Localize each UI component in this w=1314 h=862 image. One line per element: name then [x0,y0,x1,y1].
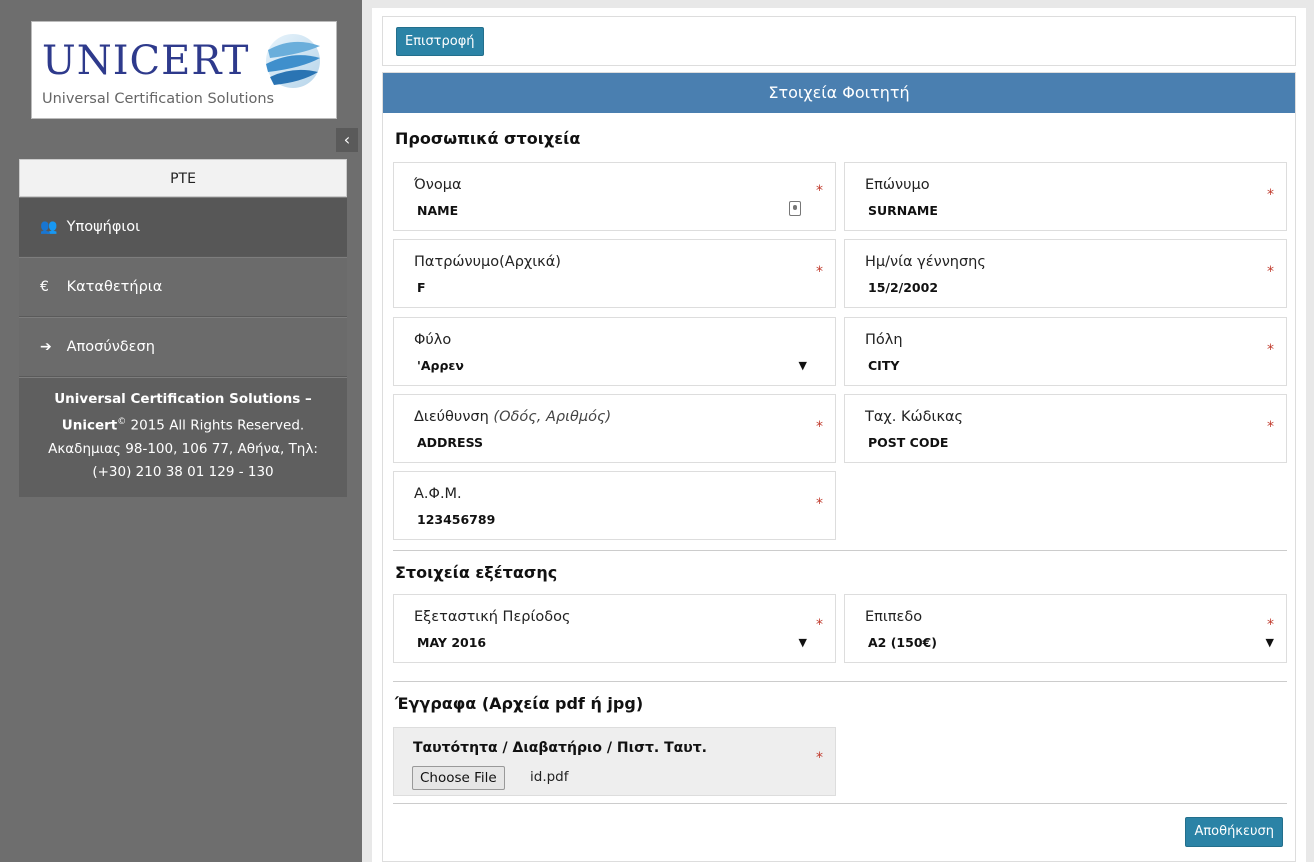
sidebar-footer: Universal Certification Solutions – Unic… [19,377,347,497]
dropdown-caret-icon[interactable]: ▼ [799,636,807,649]
back-button[interactable]: Επιστροφή [396,27,484,56]
first-name-field[interactable]: Όνομα NAME * [393,162,836,231]
save-button[interactable]: Αποθήκευση [1185,817,1283,847]
required-asterisk: * [816,264,823,280]
required-asterisk: * [816,617,823,633]
post-code-label: Ταχ. Κώδικας [865,409,964,425]
users-icon: 👥 [40,219,58,235]
address-hint: (Οδός, Αριθμός) [493,409,612,425]
address-label: Διεύθυνση (Οδός, Αριθμός) [414,409,611,425]
exam-period-selected-value[interactable]: MAY 2016 [417,635,486,650]
section-divider [393,681,1287,682]
sidebar-item-label: Υποψήφιοι [66,219,141,235]
required-asterisk: * [1267,264,1274,280]
city-field[interactable]: Πόλη CITY * [844,317,1287,386]
sidebar-item-logout[interactable]: ➔ Αποσύνδεση [19,317,347,377]
fathers-initials-input[interactable]: F [417,280,426,295]
surname-label: Επώνυμο [865,177,930,193]
sidebar-menu: PTE 👥 Υποψήφιοι € Καταθετήρια ➔ Αποσύνδε… [19,159,347,497]
sidebar-item-candidates[interactable]: 👥 Υποψήφιοι [19,197,347,257]
address-input[interactable]: ADDRESS [417,435,483,450]
chevron-left-icon: ‹ [343,130,351,149]
birth-date-label: Ημ/νία γέννησης [865,254,986,270]
required-asterisk: * [816,496,823,512]
address-field[interactable]: Διεύθυνση (Οδός, Αριθμός) ADDRESS * [393,394,836,463]
required-asterisk: * [1267,187,1274,203]
tax-id-input[interactable]: 123456789 [417,512,495,527]
gender-select[interactable]: Φύλο 'Αρρεν ▼ [393,317,836,386]
footer-address: Ακαδημιας 98-100, 106 77, Αθήνα, Τηλ: [48,440,318,457]
panel-title: Στοιχεία Φοιτητή [383,73,1295,113]
gender-selected-value[interactable]: 'Αρρεν [417,358,464,373]
exam-section-title: Στοιχεία εξέτασης [395,563,558,582]
id-document-label: Ταυτότητα / Διαβατήριο / Πιστ. Ταυτ. [413,740,707,756]
tax-id-field[interactable]: Α.Φ.Μ. 123456789 * [393,471,836,540]
birth-date-input[interactable]: 15/2/2002 [868,280,938,295]
sidebar-item-deposits[interactable]: € Καταθετήρια [19,257,347,317]
required-asterisk: * [1267,419,1274,435]
required-asterisk: * [1267,617,1274,633]
required-asterisk: * [816,183,823,199]
footer-rights: 2015 All Rights Reserved. [126,417,305,434]
level-select[interactable]: Επιπεδο A2 (150€) * ▼ [844,594,1287,663]
surname-input[interactable]: SURNAME [868,203,938,218]
post-code-field[interactable]: Ταχ. Κώδικας POST CODE * [844,394,1287,463]
footer-brand: Unicert [61,417,118,434]
collapse-sidebar-button[interactable]: ‹ [336,128,358,152]
student-details-panel: Στοιχεία Φοιτητή Προσωπικά στοιχεία Όνομ… [382,72,1296,862]
dropdown-caret-icon[interactable]: ▼ [1266,636,1274,649]
sidebar: UNICERT Universal Certification Solution… [0,0,362,862]
logout-icon: ➔ [40,339,52,355]
surname-field[interactable]: Επώνυμο SURNAME * [844,162,1287,231]
required-asterisk: * [1267,342,1274,358]
sidebar-item-label: Καταθετήρια [66,279,163,295]
dropdown-caret-icon[interactable]: ▼ [799,359,807,372]
required-asterisk: * [816,419,823,435]
required-asterisk: * [816,750,823,766]
choose-file-button[interactable]: Choose File [412,766,505,790]
city-input[interactable]: CITY [868,358,899,373]
tax-id-label: Α.Φ.Μ. [414,486,462,502]
address-label-text: Διεύθυνση [414,409,489,425]
level-selected-value[interactable]: A2 (150€) [868,635,937,650]
logo-wordmark: UNICERT [42,38,250,84]
city-label: Πόλη [865,332,903,348]
footer-company: Universal Certification Solutions – [54,391,312,407]
section-divider [393,803,1287,804]
contact-card-icon[interactable] [789,201,801,216]
toolbar: Επιστροφή [382,16,1296,66]
documents-section-title: Έγγραφα (Αρχεία pdf ή jpg) [395,694,644,713]
euro-icon: € [40,279,49,295]
logo-subtitle: Universal Certification Solutions [42,91,275,107]
globe-logo-icon [266,34,320,88]
main-content: Επιστροφή Στοιχεία Φοιτητή Προσωπικά στο… [372,8,1306,862]
section-divider [393,550,1287,551]
gender-label: Φύλο [414,332,452,348]
sidebar-item-label: Αποσύνδεση [66,339,155,355]
copyright-mark: © [117,417,127,427]
fathers-initials-label: Πατρώνυμο(Αρχικά) [414,254,561,270]
id-document-upload: Ταυτότητα / Διαβατήριο / Πιστ. Ταυτ. * C… [393,727,836,796]
exam-period-label: Εξεταστική Περίοδος [414,609,571,625]
fathers-initials-field[interactable]: Πατρώνυμο(Αρχικά) F * [393,239,836,308]
selected-file-name: id.pdf [530,769,569,785]
footer-phone: (+30) 210 38 01 129 - 130 [92,463,274,480]
post-code-input[interactable]: POST CODE [868,435,948,450]
exam-period-select[interactable]: Εξεταστική Περίοδος MAY 2016 * ▼ [393,594,836,663]
menu-title: PTE [19,159,347,197]
unicert-logo[interactable]: UNICERT Universal Certification Solution… [31,21,337,119]
first-name-label: Όνομα [414,177,462,193]
level-label: Επιπεδο [865,609,923,625]
first-name-input[interactable]: NAME [417,203,458,218]
personal-section-title: Προσωπικά στοιχεία [395,129,581,148]
birth-date-field[interactable]: Ημ/νία γέννησης 15/2/2002 * [844,239,1287,308]
